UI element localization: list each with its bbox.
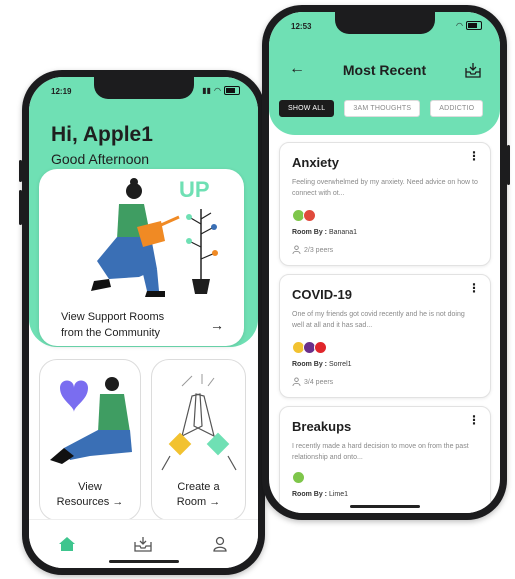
right-phone: 12:53 ◠ ← Most Recent SHOW ALL 3AM THOUG… xyxy=(262,5,510,520)
peer-count-text: 2/3 peers xyxy=(304,247,334,254)
avatar xyxy=(314,341,327,354)
room-owner: Room By : Sorrel1 xyxy=(292,361,352,368)
room-card[interactable]: Anxiety ⋮ Feeling overwhelmed by my anxi… xyxy=(279,142,491,266)
create-room-card[interactable]: Create a Room → xyxy=(151,359,246,521)
room-owner: Room By : Banana1 xyxy=(292,229,357,236)
peer-count-text: 3/4 peers xyxy=(304,379,334,386)
member-avatars xyxy=(292,209,316,222)
room-by-label: Room By : xyxy=(292,491,327,498)
greeting-title: Hi, Apple1 xyxy=(51,123,153,146)
view-resources-label: View Resources → xyxy=(40,480,140,510)
arrow-right-icon: → xyxy=(210,317,224,333)
up-lettering: UP xyxy=(179,177,210,202)
member-avatars xyxy=(292,471,305,484)
peer-count: 2/3 peers xyxy=(292,245,333,256)
room-card[interactable]: Breakups ⋮ I recently made a hard decisi… xyxy=(279,406,491,513)
room-by-label: Room By : xyxy=(292,361,327,368)
notch xyxy=(93,77,194,99)
greeting-subtitle: Good Afternoon xyxy=(51,151,150,167)
room-card[interactable]: COVID-19 ⋮ One of my friends got covid r… xyxy=(279,274,491,398)
wifi-icon: ◠ xyxy=(456,21,463,30)
battery-icon xyxy=(224,86,240,95)
status-icons: ◠ xyxy=(456,21,482,30)
status-icons: ▮▮ ◠ xyxy=(202,86,240,95)
person-with-heart-illustration xyxy=(50,377,132,464)
status-time: 12:19 xyxy=(51,87,72,96)
room-by-label: Room By : xyxy=(292,229,327,236)
volume-button xyxy=(19,160,22,182)
room-title: Anxiety xyxy=(292,155,339,170)
room-title: COVID-19 xyxy=(292,287,352,302)
high-five-illustration xyxy=(161,374,237,471)
person-watering-plant-illustration xyxy=(91,178,218,297)
wifi-icon: ◠ xyxy=(214,86,221,95)
avatar xyxy=(292,471,305,484)
room-owner-name: Banana1 xyxy=(328,229,357,236)
arrow-right-icon: → xyxy=(112,496,124,508)
label-line: Room xyxy=(176,496,207,508)
person-icon xyxy=(292,245,301,256)
notch xyxy=(334,12,435,34)
label-line: Create a xyxy=(177,481,220,493)
view-resources-card[interactable]: View Resources → xyxy=(39,359,141,521)
battery-icon xyxy=(466,21,482,30)
more-options-icon[interactable]: ⋮ xyxy=(468,414,480,426)
room-title: Breakups xyxy=(292,419,352,434)
avatar xyxy=(303,209,316,222)
home-icon[interactable] xyxy=(52,534,82,554)
home-indicator xyxy=(108,560,179,563)
chip-3am-thoughts[interactable]: 3AM THOUGHTS xyxy=(344,100,421,117)
inbox-icon[interactable] xyxy=(128,534,158,554)
more-options-icon[interactable]: ⋮ xyxy=(468,150,480,162)
room-owner-name: Sorrel1 xyxy=(328,361,352,368)
chip-addiction[interactable]: ADDICTIO xyxy=(430,100,484,117)
home-screen: 12:19 ▮▮ ◠ Hi, Apple1 Good Afternoon UP … xyxy=(29,77,258,568)
chip-show-all[interactable]: SHOW ALL xyxy=(279,100,335,117)
room-owner-name: Lime1 xyxy=(328,491,349,498)
room-description: Feeling overwhelmed by my anxiety. Need … xyxy=(292,179,478,197)
arrow-right-icon: → xyxy=(209,496,221,508)
power-button xyxy=(507,145,510,185)
room-description: One of my friends got covid recently and… xyxy=(292,311,465,329)
category-chips: SHOW ALL 3AM THOUGHTS ADDICTIO xyxy=(279,100,484,117)
label-line: from the Community xyxy=(61,327,161,339)
view-support-rooms-card[interactable]: UP View Support Rooms from the Community… xyxy=(39,169,244,346)
volume-button xyxy=(19,190,22,225)
signal-icon: ▮▮ xyxy=(202,86,212,95)
room-description: I recently made a hard decision to move … xyxy=(292,443,469,461)
person-icon xyxy=(292,377,301,388)
create-room-label: Create a Room → xyxy=(152,480,245,510)
room-owner: Room By : Lime1 xyxy=(292,491,348,498)
status-time: 12:53 xyxy=(291,22,312,31)
inbox-icon[interactable] xyxy=(464,62,482,83)
more-options-icon[interactable]: ⋮ xyxy=(468,282,480,294)
most-recent-screen: 12:53 ◠ ← Most Recent SHOW ALL 3AM THOUG… xyxy=(269,12,500,513)
label-line: Resources xyxy=(56,496,110,508)
label-line: View Support Rooms xyxy=(61,311,165,323)
peer-count: 3/4 peers xyxy=(292,377,333,388)
view-support-rooms-label: View Support Rooms from the Community xyxy=(61,309,201,341)
member-avatars xyxy=(292,341,327,354)
profile-icon[interactable] xyxy=(205,534,235,554)
left-phone: 12:19 ▮▮ ◠ Hi, Apple1 Good Afternoon UP … xyxy=(19,70,265,575)
label-line: View xyxy=(78,481,102,493)
home-indicator xyxy=(349,505,420,508)
